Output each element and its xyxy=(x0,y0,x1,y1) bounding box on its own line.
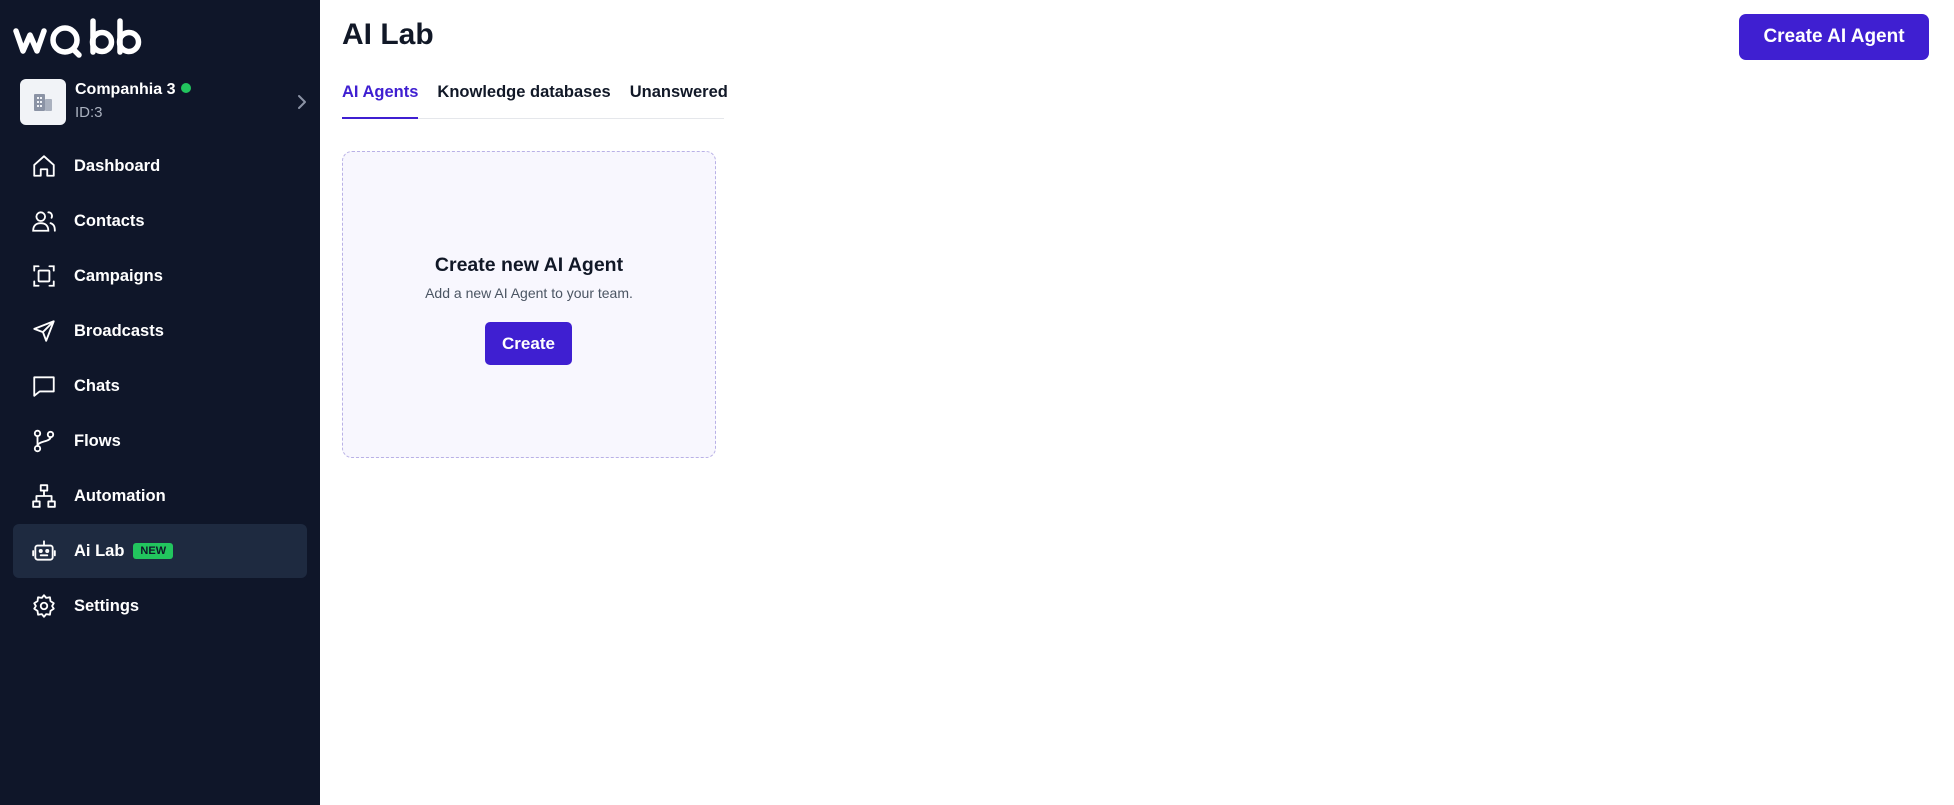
sidebar-item-chats[interactable]: Chats xyxy=(13,359,307,413)
sidebar-item-label: Settings xyxy=(74,596,140,615)
sidebar-item-dashboard[interactable]: Dashboard xyxy=(13,139,307,193)
home-icon xyxy=(30,152,58,180)
send-icon xyxy=(30,317,58,345)
sidebar: wabb Companhia 3 ID:3 Dashboard Contacts… xyxy=(0,0,320,805)
sidebar-item-broadcasts[interactable]: Broadcasts xyxy=(13,304,307,358)
sidebar-item-label: Chats xyxy=(74,376,120,395)
sidebar-item-campaigns[interactable]: Campaigns xyxy=(13,249,307,303)
sitemap-icon xyxy=(30,482,58,510)
page-title: AI Lab xyxy=(342,18,434,51)
sidebar-item-settings[interactable]: Settings xyxy=(13,579,307,633)
sidebar-item-label: Contacts xyxy=(74,211,145,230)
gear-icon xyxy=(30,592,58,620)
tab-bar: AI Agents Knowledge databases Unanswered xyxy=(342,80,728,119)
robot-icon xyxy=(30,537,58,565)
sidebar-item-label: Ai Lab xyxy=(74,541,125,560)
tab-ai-agents[interactable]: AI Agents xyxy=(342,80,419,119)
tab-knowledge-databases[interactable]: Knowledge databases xyxy=(437,80,610,119)
chevron-right-icon[interactable] xyxy=(292,92,312,112)
company-name-text: Companhia 3 xyxy=(75,81,176,98)
company-name: Companhia 3 xyxy=(75,81,192,99)
sidebar-item-label: Broadcasts xyxy=(74,321,164,340)
chat-icon xyxy=(30,372,58,400)
online-status-dot xyxy=(181,83,192,93)
sidebar-item-label: Dashboard xyxy=(74,156,161,175)
building-icon xyxy=(20,79,66,125)
card-title: Create new AI Agent xyxy=(434,254,624,276)
git-branch-icon xyxy=(30,427,58,455)
campaign-icon xyxy=(30,262,58,290)
users-icon xyxy=(30,207,58,235)
sidebar-item-label: Campaigns xyxy=(74,266,163,285)
card-subtitle: Add a new AI Agent to your team. xyxy=(425,285,633,301)
wabb-logo[interactable]: wabb xyxy=(13,16,145,58)
company-id: ID:3 xyxy=(75,104,103,121)
sidebar-item-automation[interactable]: Automation xyxy=(13,469,307,523)
sidebar-item-contacts[interactable]: Contacts xyxy=(13,194,307,248)
sidebar-item-label: Flows xyxy=(74,431,121,450)
logo-text: wabb xyxy=(13,16,16,17)
sidebar-item-ai-lab[interactable]: Ai Lab NEW xyxy=(13,524,307,578)
sidebar-item-label: Automation xyxy=(74,486,166,505)
new-badge: NEW xyxy=(133,543,174,559)
sidebar-nav: Dashboard Contacts Campaigns Broadcasts … xyxy=(13,139,307,634)
create-ai-agent-button[interactable]: Create AI Agent xyxy=(1739,14,1929,60)
sidebar-item-flows[interactable]: Flows xyxy=(13,414,307,468)
main-content: AI Lab Create AI Agent AI Agents Knowled… xyxy=(320,0,1954,805)
company-switcher[interactable]: Companhia 3 ID:3 xyxy=(20,79,312,125)
create-button[interactable]: Create xyxy=(485,322,572,365)
create-agent-card: Create new AI Agent Add a new AI Agent t… xyxy=(342,151,716,458)
tab-unanswered[interactable]: Unanswered xyxy=(630,80,728,119)
